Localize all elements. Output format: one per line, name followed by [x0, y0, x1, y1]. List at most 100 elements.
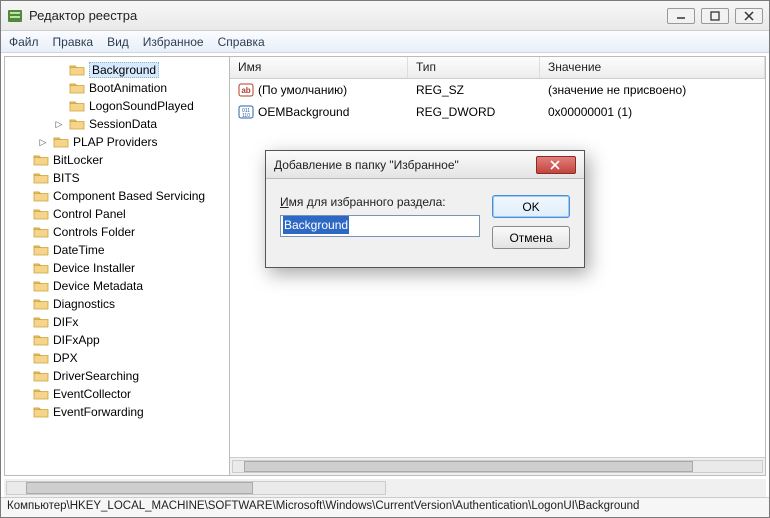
tree-item-label: Diagnostics	[53, 297, 115, 311]
expander-icon[interactable]	[17, 352, 29, 364]
tree-item-label: SessionData	[89, 117, 157, 131]
dialog-titlebar: Добавление в папку "Избранное"	[266, 151, 584, 179]
menu-help[interactable]: Справка	[218, 35, 265, 49]
folder-icon	[33, 261, 49, 275]
expander-icon[interactable]	[17, 388, 29, 400]
tree-item[interactable]: DPX	[9, 349, 229, 367]
expander-icon[interactable]	[17, 316, 29, 328]
expander-icon[interactable]	[53, 100, 65, 112]
expander-icon[interactable]	[53, 64, 65, 76]
tree-item[interactable]: Device Metadata	[9, 277, 229, 295]
svg-text:110: 110	[242, 113, 250, 119]
column-type[interactable]: Тип	[408, 57, 540, 78]
tree-item[interactable]: DIFxApp	[9, 331, 229, 349]
tree-item-label: Controls Folder	[53, 225, 135, 239]
menu-file[interactable]: Файл	[9, 35, 39, 49]
tree-item[interactable]: ▷ SessionData	[9, 115, 229, 133]
titlebar: Редактор реестра	[1, 1, 769, 31]
expander-icon[interactable]	[17, 226, 29, 238]
expander-icon[interactable]	[17, 154, 29, 166]
tree-item[interactable]: DIFx	[9, 313, 229, 331]
tree-item[interactable]: BitLocker	[9, 151, 229, 169]
dialog-field-label: Имя для избранного раздела:	[280, 195, 480, 209]
tree-item-label: LogonSoundPlayed	[89, 99, 194, 113]
tree-item[interactable]: EventForwarding	[9, 403, 229, 421]
tree-item-label: BitLocker	[53, 153, 103, 167]
folder-icon	[33, 279, 49, 293]
tree-item[interactable]: DriverSearching	[9, 367, 229, 385]
tree-item[interactable]: Control Panel	[9, 205, 229, 223]
expander-icon[interactable]	[17, 262, 29, 274]
tree-item-label: DIFx	[53, 315, 78, 329]
menu-favorites[interactable]: Избранное	[143, 35, 204, 49]
registry-tree[interactable]: BackgroundBootAnimation LogonSoundPlayed ▷…	[5, 57, 230, 475]
cancel-button[interactable]: Отмена	[492, 226, 570, 249]
value-type: REG_SZ	[408, 83, 540, 97]
tree-item[interactable]: BITS	[9, 169, 229, 187]
folder-icon	[33, 171, 49, 185]
tree-item[interactable]: BootAnimation	[9, 79, 229, 97]
expander-icon[interactable]	[17, 334, 29, 346]
tree-item-label: Component Based Servicing	[53, 189, 205, 203]
expander-icon[interactable]	[17, 298, 29, 310]
folder-icon	[33, 351, 49, 365]
tree-item[interactable]: ▷PLAP Providers	[9, 133, 229, 151]
expander-icon[interactable]	[17, 370, 29, 382]
tree-item-label: BITS	[53, 171, 80, 185]
folder-icon	[69, 99, 85, 113]
tree-item[interactable]: DateTime	[9, 241, 229, 259]
expander-icon[interactable]	[17, 406, 29, 418]
folder-icon	[69, 117, 85, 131]
value-row[interactable]: 011110OEMBackgroundREG_DWORD0x00000001 (…	[230, 101, 765, 123]
expander-icon[interactable]	[17, 190, 29, 202]
tree-item-label: EventCollector	[53, 387, 131, 401]
expander-icon[interactable]	[17, 244, 29, 256]
tree-item[interactable]: Component Based Servicing	[9, 187, 229, 205]
add-favorite-dialog: Добавление в папку "Избранное" Имя для и…	[265, 150, 585, 268]
tree-item[interactable]: Device Installer	[9, 259, 229, 277]
app-icon	[7, 8, 23, 24]
menu-view[interactable]: Вид	[107, 35, 129, 49]
folder-icon	[33, 387, 49, 401]
tree-item[interactable]: LogonSoundPlayed	[9, 97, 229, 115]
tree-item-label: DateTime	[53, 243, 105, 257]
value-row[interactable]: ab(По умолчанию)REG_SZ(значение не присв…	[230, 79, 765, 101]
value-rows[interactable]: ab(По умолчанию)REG_SZ(значение не присв…	[230, 79, 765, 457]
window-controls	[667, 8, 763, 24]
tree-hscrollbar-area	[4, 479, 766, 497]
window-title: Редактор реестра	[29, 8, 667, 23]
tree-item[interactable]: Background	[9, 61, 229, 79]
tree-item-label: Device Installer	[53, 261, 135, 275]
tree-item[interactable]: EventCollector	[9, 385, 229, 403]
folder-icon	[33, 189, 49, 203]
minimize-button[interactable]	[667, 8, 695, 24]
expander-icon[interactable]	[17, 280, 29, 292]
tree-hscroll-thumb[interactable]	[26, 482, 253, 494]
column-value[interactable]: Значение	[540, 57, 765, 78]
list-hscrollbar[interactable]	[230, 457, 765, 475]
tree-item-label: DPX	[53, 351, 78, 365]
statusbar: Компьютер\HKEY_LOCAL_MACHINE\SOFTWARE\Mi…	[1, 497, 769, 517]
value-data: (значение не присвоено)	[540, 83, 765, 97]
maximize-button[interactable]	[701, 8, 729, 24]
folder-icon	[33, 333, 49, 347]
column-headers: Имя Тип Значение	[230, 57, 765, 79]
expander-icon[interactable]	[17, 172, 29, 184]
tree-item-label: Background	[89, 62, 159, 78]
dialog-close-button[interactable]	[536, 156, 576, 174]
ok-button[interactable]: OK	[492, 195, 570, 218]
expander-icon[interactable]	[17, 208, 29, 220]
value-icon: ab	[238, 82, 254, 98]
folder-icon	[33, 315, 49, 329]
menu-edit[interactable]: Правка	[53, 35, 94, 49]
tree-item[interactable]: Controls Folder	[9, 223, 229, 241]
tree-item[interactable]: Diagnostics	[9, 295, 229, 313]
close-button[interactable]	[735, 8, 763, 24]
tree-item-label: DIFxApp	[53, 333, 100, 347]
expander-icon[interactable]	[53, 82, 65, 94]
column-name[interactable]: Имя	[230, 57, 408, 78]
favorite-name-input[interactable]: Background	[280, 215, 480, 237]
expander-icon[interactable]: ▷	[53, 118, 65, 130]
folder-icon	[33, 297, 49, 311]
expander-icon[interactable]: ▷	[37, 136, 49, 148]
